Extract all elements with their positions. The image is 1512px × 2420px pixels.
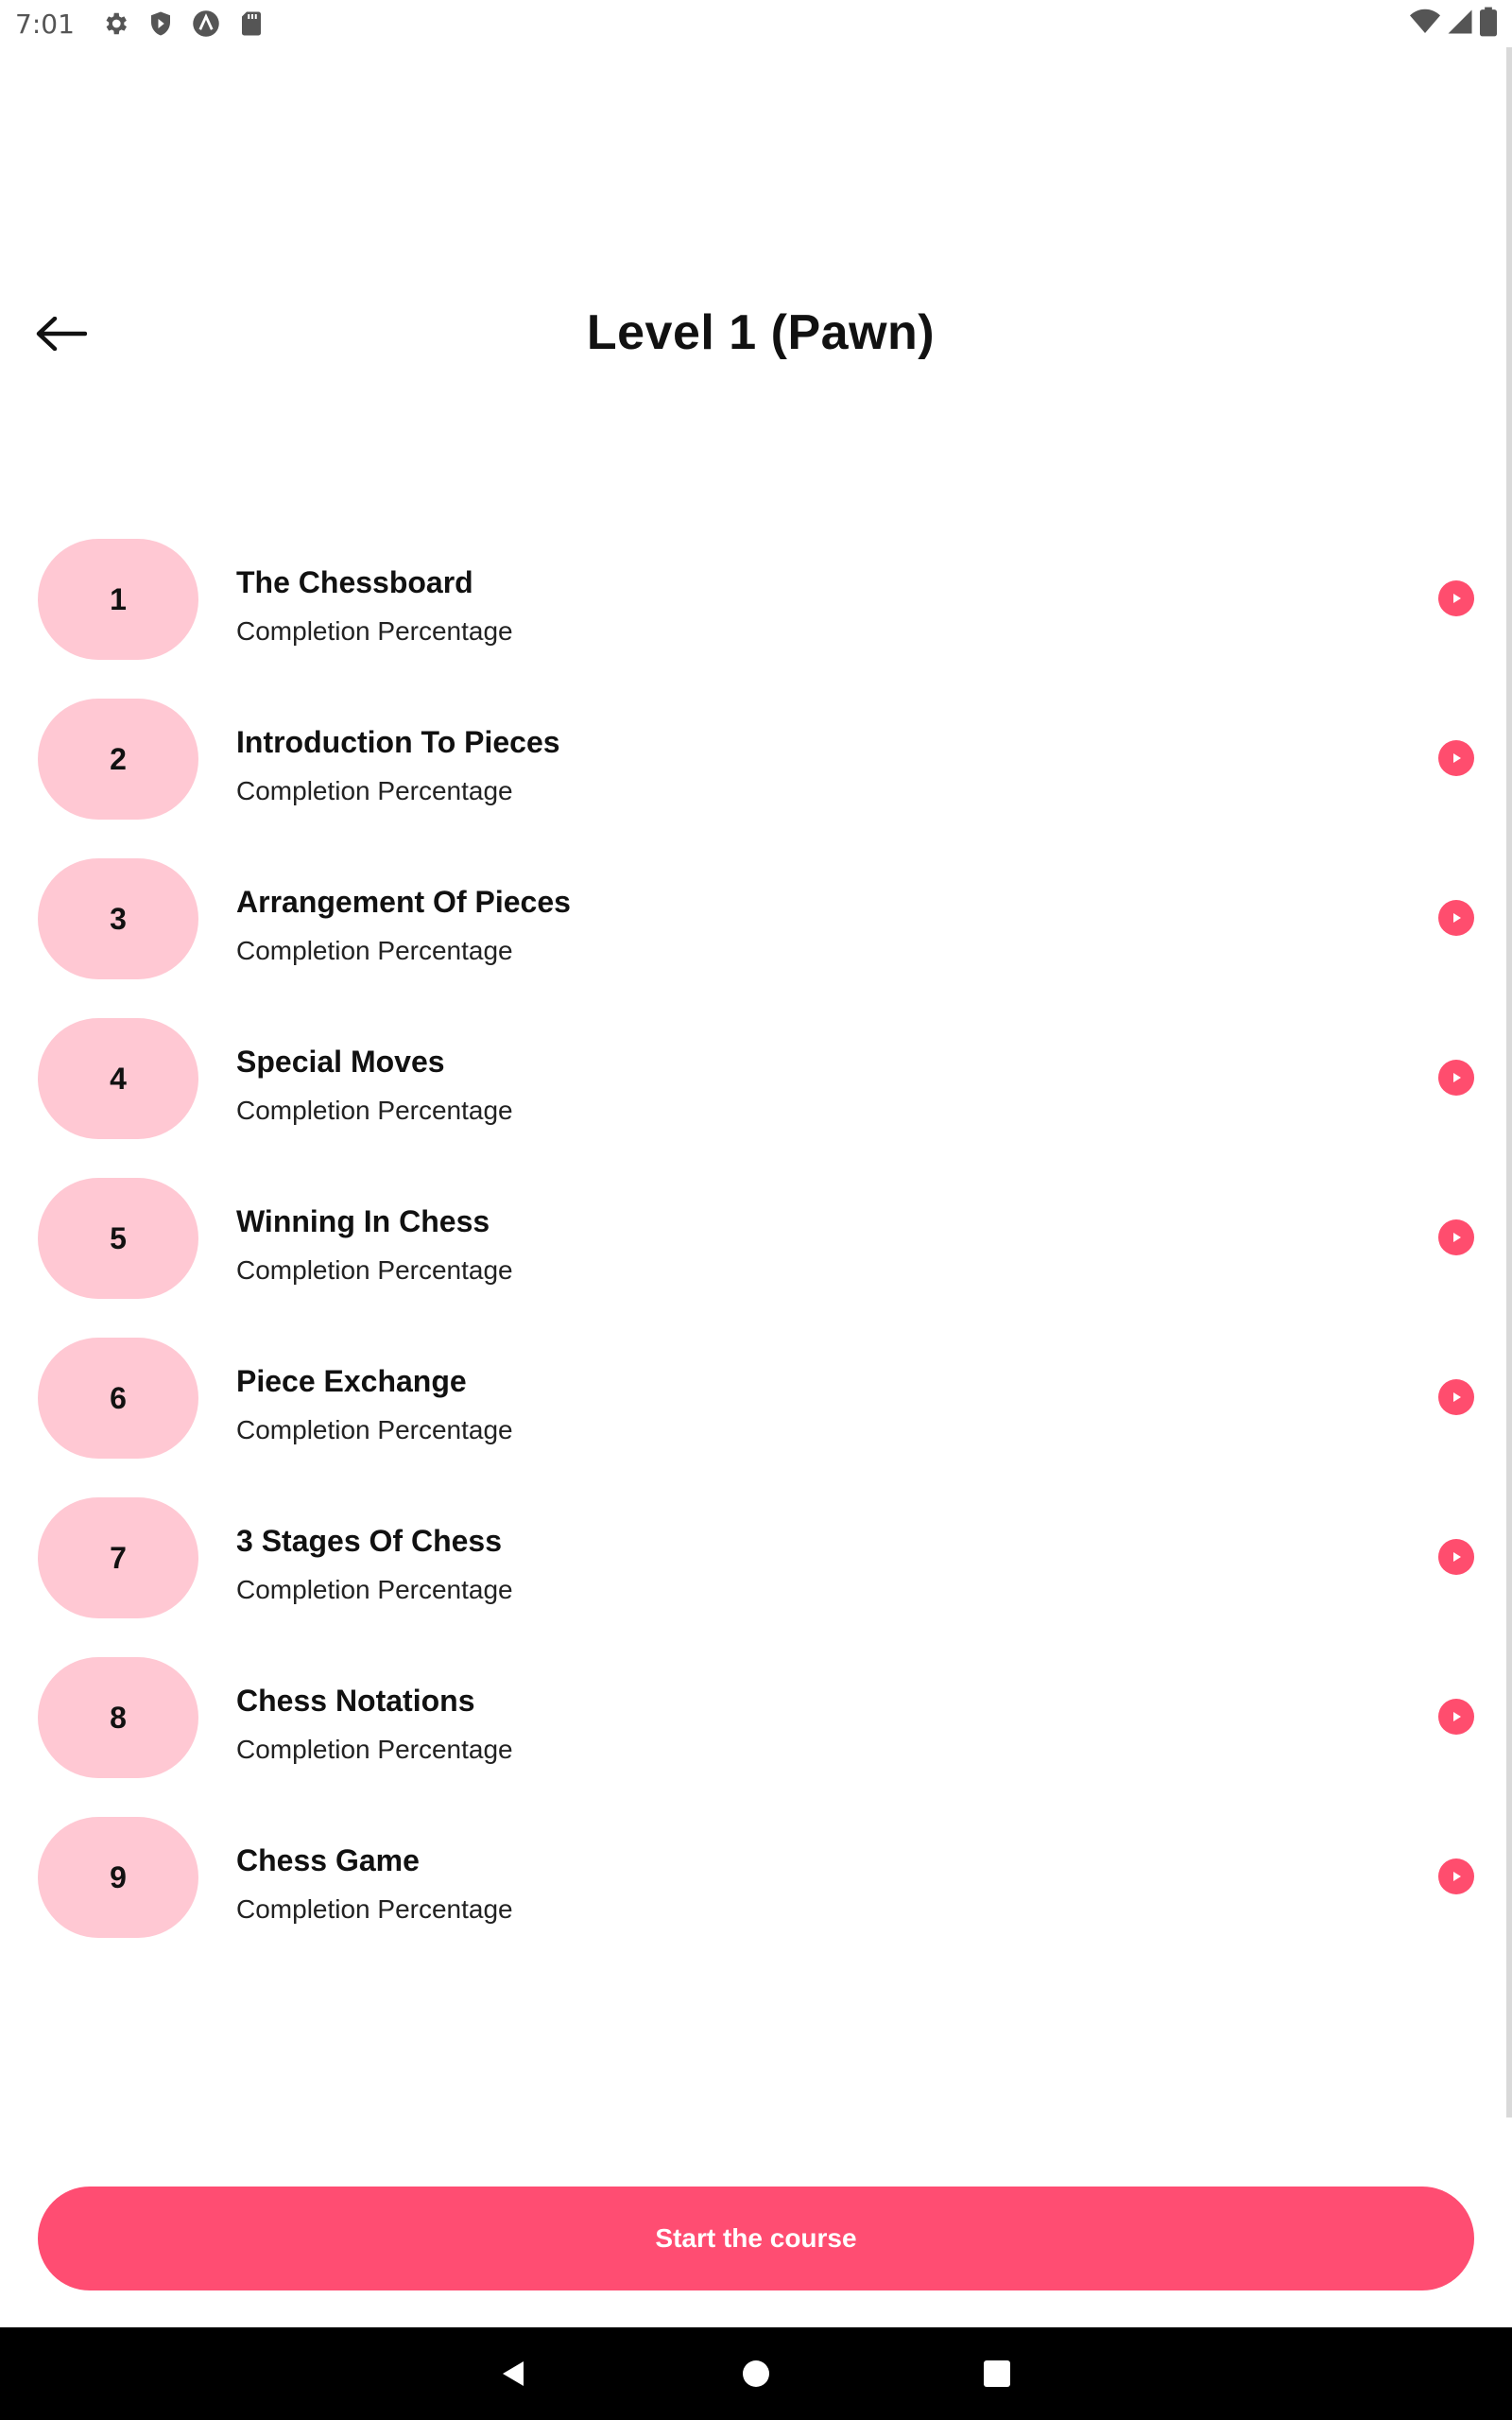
lesson-number-badge: 6 <box>38 1338 198 1459</box>
lesson-item[interactable]: 2 Introduction To Pieces Completion Perc… <box>0 697 1512 856</box>
lesson-number-badge: 7 <box>38 1497 198 1618</box>
lesson-title: 3 Stages Of Chess <box>236 1524 502 1558</box>
lesson-subtitle: Completion Percentage <box>236 616 513 646</box>
back-triangle-icon <box>503 2361 524 2386</box>
signal-icon <box>1446 8 1474 41</box>
a-circle-icon <box>192 9 220 38</box>
lesson-number-badge: 4 <box>38 1018 198 1139</box>
play-button[interactable] <box>1438 1060 1474 1096</box>
lesson-title: Chess Game <box>236 1843 420 1877</box>
play-button[interactable] <box>1438 1699 1474 1735</box>
wifi-icon <box>1410 7 1440 42</box>
play-icon <box>1453 913 1461 923</box>
nav-recents-button[interactable] <box>973 2350 1021 2397</box>
lesson-title: Winning In Chess <box>236 1204 490 1238</box>
play-button[interactable] <box>1438 900 1474 936</box>
page-title: Level 1 (Pawn) <box>586 305 936 360</box>
lesson-item[interactable]: 3 Arrangement Of Pieces Completion Perce… <box>0 856 1512 1016</box>
play-button[interactable] <box>1438 1858 1474 1894</box>
lesson-title: Introduction To Pieces <box>236 725 560 759</box>
start-course-button[interactable]: Start the course <box>38 2187 1474 2290</box>
lesson-subtitle: Completion Percentage <box>236 1575 513 1604</box>
play-button[interactable] <box>1438 1539 1474 1575</box>
play-icon <box>1453 1872 1461 1881</box>
shield-icon <box>146 9 175 38</box>
play-icon <box>1453 1073 1461 1082</box>
lesson-title: Chess Notations <box>236 1684 475 1718</box>
lesson-title: Piece Exchange <box>236 1364 467 1398</box>
sd-card-icon <box>237 9 266 38</box>
battery-icon <box>1480 7 1497 42</box>
navigation-bar <box>0 2327 1512 2420</box>
app-header: Level 1 (Pawn) <box>0 284 1512 388</box>
lesson-item[interactable]: 7 3 Stages Of Chess Completion Percentag… <box>0 1495 1512 1655</box>
nav-home-button[interactable] <box>732 2350 780 2397</box>
play-button[interactable] <box>1438 740 1474 776</box>
lesson-subtitle: Completion Percentage <box>236 1894 513 1924</box>
lesson-title: The Chessboard <box>236 565 473 599</box>
lesson-subtitle: Completion Percentage <box>236 1415 513 1444</box>
lesson-title: Special Moves <box>236 1045 445 1079</box>
lesson-number-badge: 3 <box>38 858 198 979</box>
lesson-number-badge: 2 <box>38 699 198 820</box>
gear-icon <box>101 9 129 38</box>
play-icon <box>1453 1233 1461 1242</box>
play-button[interactable] <box>1438 1219 1474 1255</box>
lesson-number-badge: 8 <box>38 1657 198 1778</box>
lesson-list: 1 The Chessboard Completion Percentage 2… <box>0 537 1512 1975</box>
home-circle-icon <box>743 2360 769 2387</box>
play-button[interactable] <box>1438 580 1474 616</box>
recents-square-icon <box>984 2360 1010 2387</box>
lesson-item[interactable]: 1 The Chessboard Completion Percentage <box>0 537 1512 697</box>
lesson-subtitle: Completion Percentage <box>236 1096 513 1125</box>
lesson-number-badge: 5 <box>38 1178 198 1299</box>
status-time: 7:01 <box>15 8 75 40</box>
lesson-subtitle: Completion Percentage <box>236 776 513 805</box>
lesson-number-badge: 9 <box>38 1817 198 1938</box>
lesson-item[interactable]: 4 Special Moves Completion Percentage <box>0 1016 1512 1176</box>
lesson-subtitle: Completion Percentage <box>236 936 513 965</box>
play-icon <box>1453 1552 1461 1562</box>
lesson-item[interactable]: 8 Chess Notations Completion Percentage <box>0 1655 1512 1815</box>
status-bar: 7:01 <box>0 0 1512 47</box>
play-button[interactable] <box>1438 1379 1474 1415</box>
lesson-subtitle: Completion Percentage <box>236 1735 513 1764</box>
nav-back-button[interactable] <box>490 2350 537 2397</box>
lesson-item[interactable]: 6 Piece Exchange Completion Percentage <box>0 1336 1512 1495</box>
lesson-number-badge: 1 <box>38 539 198 660</box>
lesson-item[interactable]: 5 Winning In Chess Completion Percentage <box>0 1176 1512 1336</box>
lesson-subtitle: Completion Percentage <box>236 1255 513 1285</box>
play-icon <box>1453 1392 1461 1402</box>
play-icon <box>1453 1712 1461 1721</box>
lesson-item[interactable]: 9 Chess Game Completion Percentage <box>0 1815 1512 1975</box>
play-icon <box>1453 594 1461 603</box>
lesson-title: Arrangement Of Pieces <box>236 885 571 919</box>
play-icon <box>1453 753 1461 763</box>
